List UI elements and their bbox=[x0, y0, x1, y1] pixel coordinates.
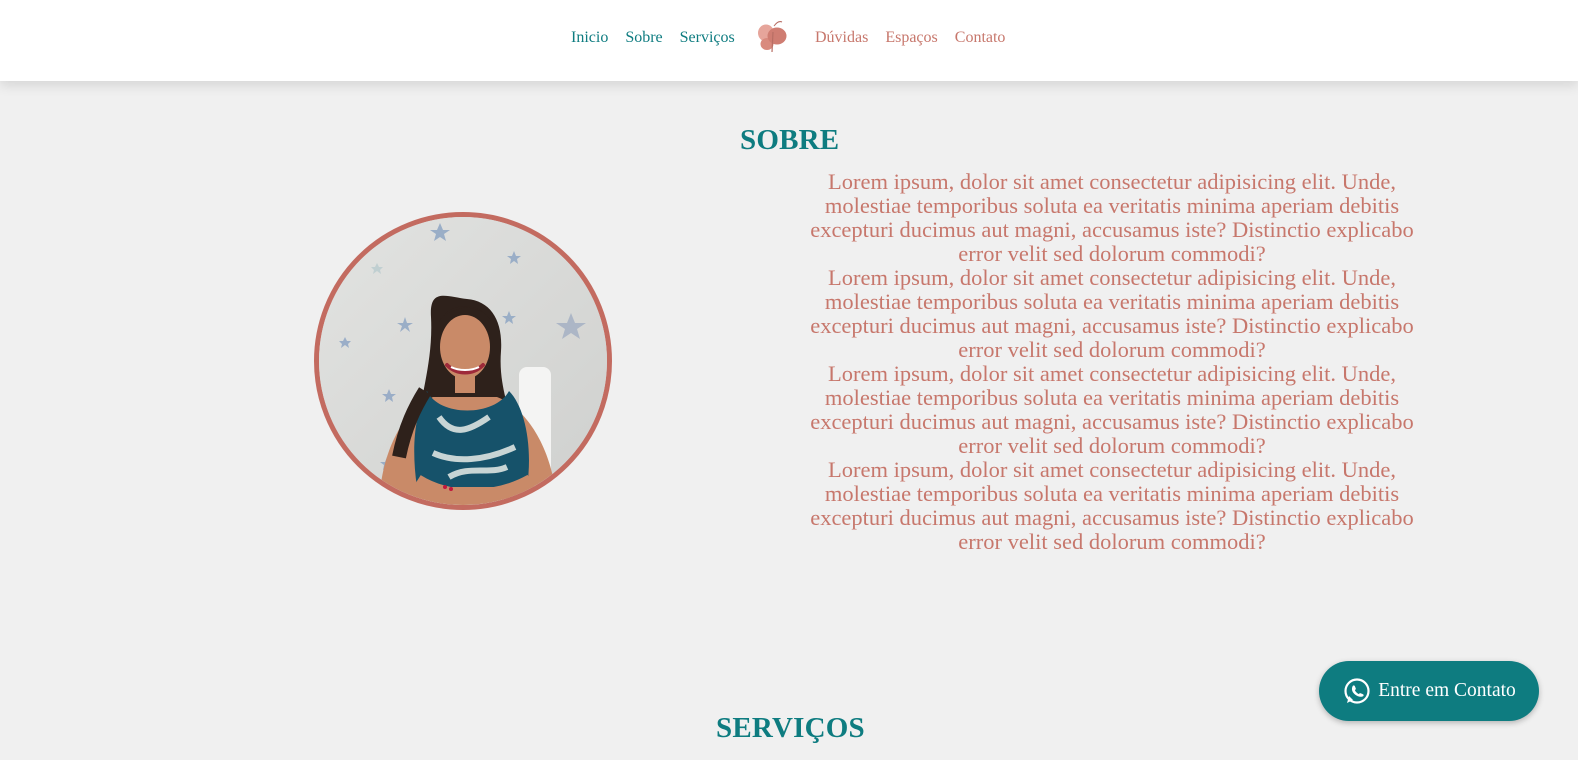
sobre-paragraph: Lorem ipsum, dolor sit amet consectetur … bbox=[810, 265, 1414, 362]
nav-link-inicio[interactable]: Inicio bbox=[571, 29, 608, 46]
profile-photo bbox=[314, 212, 612, 510]
nav-link-servicos[interactable]: Serviços bbox=[680, 29, 735, 46]
sobre-paragraph: Lorem ipsum, dolor sit amet consectetur … bbox=[810, 457, 1414, 554]
sobre-paragraph: Lorem ipsum, dolor sit amet consectetur … bbox=[810, 169, 1414, 266]
servicos-title: SERVIÇOS bbox=[716, 712, 865, 744]
whatsapp-icon bbox=[1344, 678, 1370, 704]
nav-right: Dúvidas Espaços Contato bbox=[815, 29, 1018, 47]
nav-link-contato[interactable]: Contato bbox=[955, 29, 1006, 46]
nav-link-duvidas[interactable]: Dúvidas bbox=[815, 29, 868, 46]
nav-left: Inicio Sobre Serviços bbox=[571, 29, 748, 47]
contact-whatsapp-button[interactable]: Entre em Contato bbox=[1319, 661, 1539, 721]
sobre-text: Lorem ipsum, dolor sit amet consectetur … bbox=[787, 170, 1437, 554]
sobre-paragraph: Lorem ipsum, dolor sit amet consectetur … bbox=[810, 361, 1414, 458]
nav-link-sobre[interactable]: Sobre bbox=[625, 29, 662, 46]
butterfly-logo-icon[interactable] bbox=[756, 20, 792, 54]
site-header: Inicio Sobre Serviços Dúvidas Espaços Co… bbox=[0, 0, 1578, 81]
nav-link-espacos[interactable]: Espaços bbox=[885, 29, 937, 46]
contact-button-label: Entre em Contato bbox=[1378, 680, 1516, 701]
sobre-title: SOBRE bbox=[740, 124, 840, 156]
